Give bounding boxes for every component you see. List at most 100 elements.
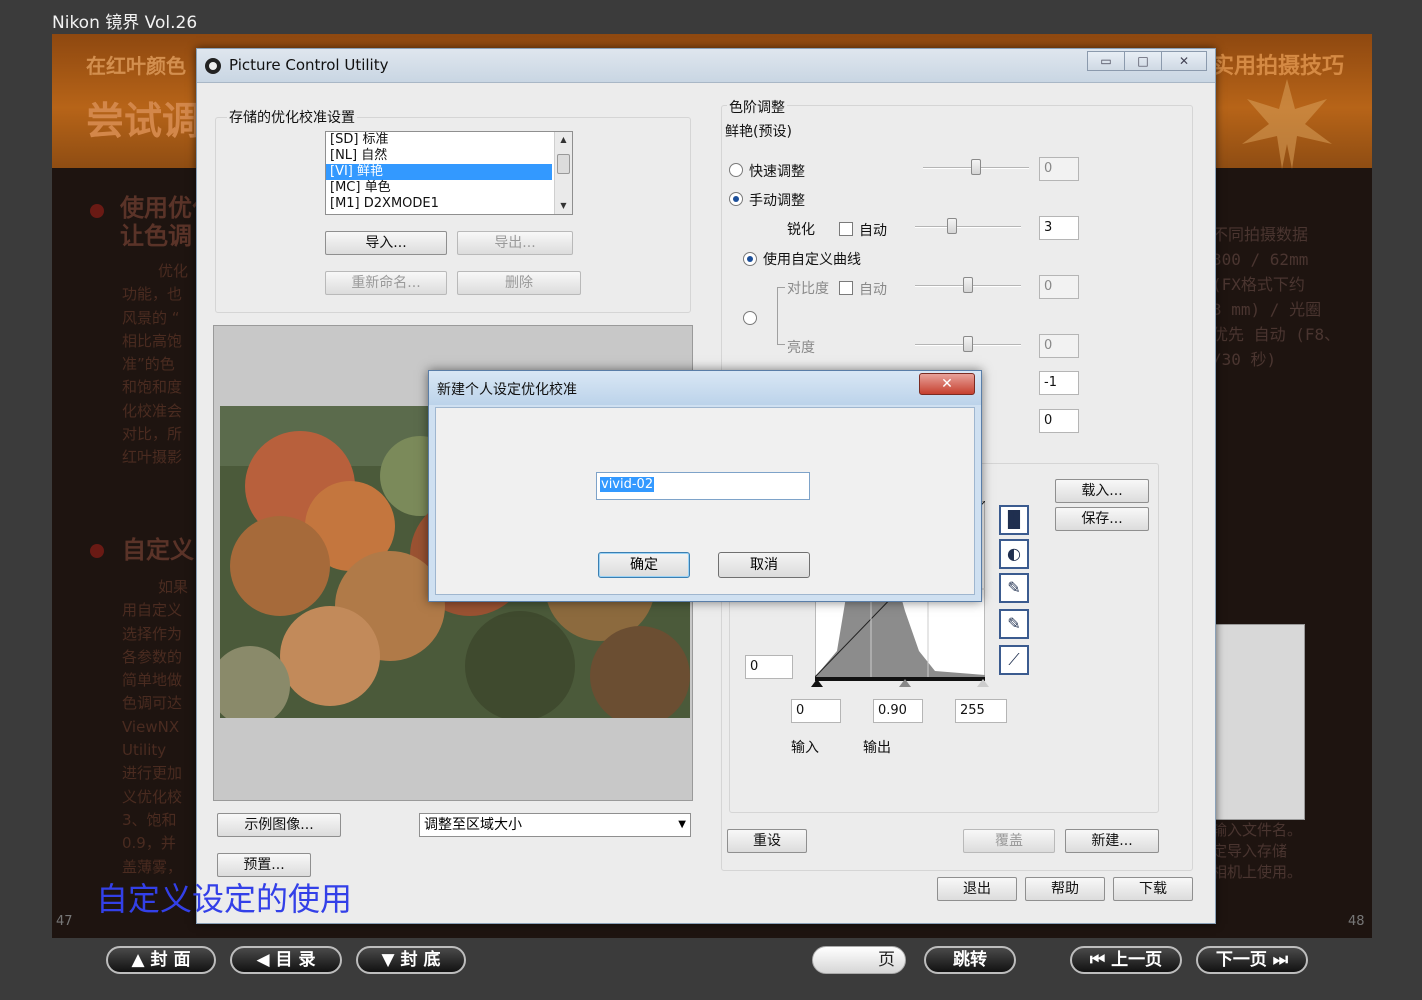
ok-button[interactable]: 确定 xyxy=(598,552,690,578)
chevron-down-icon: ▼ xyxy=(678,819,686,830)
prev-page-button[interactable]: ⏮ 上一页 xyxy=(1070,946,1182,974)
scroll-down-icon[interactable]: ▼ xyxy=(555,198,572,214)
saturation-value[interactable]: -1 xyxy=(1039,371,1079,395)
text-line: 不同拍摄数据 xyxy=(1212,225,1309,244)
list-item[interactable]: [SD] 标准 xyxy=(326,132,552,148)
dialog-body: vivid-02 确定 取消 xyxy=(435,407,975,595)
export-button[interactable]: 导出... xyxy=(457,231,573,255)
text-line: 选择作为 xyxy=(122,624,183,643)
list-item[interactable]: [M1] D2XMODE1 xyxy=(326,196,552,212)
help-button[interactable]: 帮助 xyxy=(1025,877,1105,901)
text-line: 优先 自动 (F8、 xyxy=(1212,325,1341,344)
overwrite-button[interactable]: 覆盖 xyxy=(963,829,1055,853)
manual-adjust-radio[interactable] xyxy=(729,192,743,206)
cover-button[interactable]: ▲ 封 面 xyxy=(106,946,216,974)
contrast-auto-checkbox[interactable] xyxy=(839,281,853,295)
reset-button[interactable]: 重设 xyxy=(727,829,807,853)
fit-size-select[interactable]: 调整至区域大小 ▼ xyxy=(419,813,691,837)
list-item[interactable]: [NL] 自然 xyxy=(326,148,552,164)
text-line: ViewNX xyxy=(122,717,180,736)
side-note-text: 输入文件名。 定导入存储 相机上使用。 xyxy=(1212,820,1302,883)
window-close-button[interactable]: ✕ xyxy=(1161,51,1207,71)
new-button[interactable]: 新建... xyxy=(1065,829,1159,853)
text-line: 3 mm) / 光圈 xyxy=(1212,300,1322,319)
page-number-right: 48 xyxy=(1348,914,1365,929)
adjust-label: 色阶调整 xyxy=(727,97,787,117)
text-line: (FX格式下约 xyxy=(1212,275,1305,294)
maple-leaf-icon xyxy=(1242,79,1332,169)
bracket-line xyxy=(777,287,785,345)
screen: Nikon 镜界 Vol.26 在红叶颜色 尝试调 实用拍摄技巧 使用优化 让色… xyxy=(0,0,1422,1000)
black-eyedropper-button[interactable]: ✎ xyxy=(999,573,1029,603)
name-input[interactable]: vivid-02 xyxy=(596,472,810,500)
scroll-thumb[interactable] xyxy=(557,154,570,174)
exit-button[interactable]: 退出 xyxy=(937,877,1017,901)
text-line: /30 秒) xyxy=(1212,350,1277,369)
gamma-value[interactable]: 0.90 xyxy=(873,699,923,723)
text-line: 相机上使用。 xyxy=(1212,863,1303,881)
sharpen-slider-thumb[interactable] xyxy=(947,218,957,234)
save-curve-button[interactable]: 保存... xyxy=(1055,507,1149,531)
dialog-close-button[interactable]: ✕ xyxy=(919,373,975,395)
contrast-slider-thumb[interactable] xyxy=(963,277,973,293)
sharpen-auto-checkbox[interactable] xyxy=(839,222,853,236)
jump-button[interactable]: 跳转 xyxy=(924,946,1016,974)
import-button[interactable]: 导入... xyxy=(325,231,447,255)
caption-text: 自定义设定的使用 xyxy=(96,880,353,918)
custom-curve-radio[interactable] xyxy=(743,252,757,266)
text-line: 3、饱和 xyxy=(122,810,177,829)
cancel-button[interactable]: 取消 xyxy=(718,552,810,578)
list-item[interactable]: [MC] 单色 xyxy=(326,180,552,196)
dialog-titlebar[interactable]: 新建个人设定优化校准 ✕ xyxy=(429,371,981,405)
delete-button[interactable]: 删除 xyxy=(457,271,581,295)
download-button[interactable]: 下载 xyxy=(1113,877,1193,901)
text-line: 色调可达 xyxy=(122,694,183,713)
sharpen-auto-label: 自动 xyxy=(859,223,887,239)
sharpen-slider[interactable] xyxy=(915,226,1021,228)
next-page-button[interactable]: 下一页 ⏭ xyxy=(1196,946,1308,974)
sample-image-button[interactable]: 示例图像... xyxy=(217,813,341,837)
reset-curve-button[interactable]: ⟋ xyxy=(999,645,1029,675)
toc-button[interactable]: ◀ 目 录 xyxy=(230,946,342,974)
contrast-tool-button[interactable]: ◐ xyxy=(999,539,1029,569)
minimize-button[interactable]: ▭ xyxy=(1087,51,1125,71)
load-curve-button[interactable]: 载入... xyxy=(1055,479,1149,503)
quick-adjust-slider-thumb[interactable] xyxy=(971,159,981,175)
gamma-handle[interactable] xyxy=(899,679,911,687)
text-line: 准”的色 xyxy=(122,355,175,374)
section-heading-2: 自定义 xyxy=(122,536,194,564)
sharpen-value[interactable]: 3 xyxy=(1039,216,1079,240)
hue-value[interactable]: 0 xyxy=(1039,409,1079,433)
list-scrollbar[interactable]: ▲ ▼ xyxy=(554,132,572,214)
scroll-up-icon[interactable]: ▲ xyxy=(555,132,572,148)
input-low-value[interactable]: 0 xyxy=(791,699,841,723)
brightness-slider-thumb[interactable] xyxy=(963,336,973,352)
fit-size-value: 调整至区域大小 xyxy=(424,817,522,833)
white-eyedropper-button[interactable]: ✎ xyxy=(999,609,1029,639)
brightness-value[interactable]: 0 xyxy=(1039,334,1079,358)
white-point-handle[interactable] xyxy=(977,679,989,687)
rename-button[interactable]: 重新命名... xyxy=(325,271,447,295)
contrast-value[interactable]: 0 xyxy=(1039,275,1079,299)
input-high-value[interactable]: 255 xyxy=(955,699,1007,723)
maximize-button[interactable]: □ xyxy=(1124,51,1162,71)
brightness-label: 亮度 xyxy=(787,340,815,356)
text-line: 和饱和度 xyxy=(122,378,183,397)
page-input[interactable]: 页 xyxy=(812,946,906,974)
text-line: 化校准会 xyxy=(122,401,183,420)
dialog-title: 新建个人设定优化校准 xyxy=(437,382,577,398)
quick-adjust-value[interactable]: 0 xyxy=(1039,157,1079,181)
screenshot-thumbnail xyxy=(1215,624,1305,820)
black-point-handle[interactable] xyxy=(811,679,823,687)
window-titlebar[interactable]: Picture Control Utility ▭ □ ✕ xyxy=(197,49,1215,83)
contrast-label: 对比度 xyxy=(787,281,829,297)
quick-adjust-radio[interactable] xyxy=(729,163,743,177)
curve-output-low[interactable]: 0 xyxy=(745,655,793,679)
list-item-selected[interactable]: [VI] 鲜艳 xyxy=(326,164,552,180)
new-picture-control-dialog: 新建个人设定优化校准 ✕ vivid-02 确定 取消 xyxy=(428,370,982,602)
back-cover-button[interactable]: ▼ 封 底 xyxy=(356,946,466,974)
picture-control-list[interactable]: [SD] 标准 [NL] 自然 [VI] 鲜艳 [MC] 单色 [M1] D2X… xyxy=(325,131,573,215)
histogram-tool-button[interactable]: ▐▌ xyxy=(999,505,1029,535)
manual-contrast-radio[interactable] xyxy=(743,311,757,325)
output-label: 输出 xyxy=(863,740,891,756)
